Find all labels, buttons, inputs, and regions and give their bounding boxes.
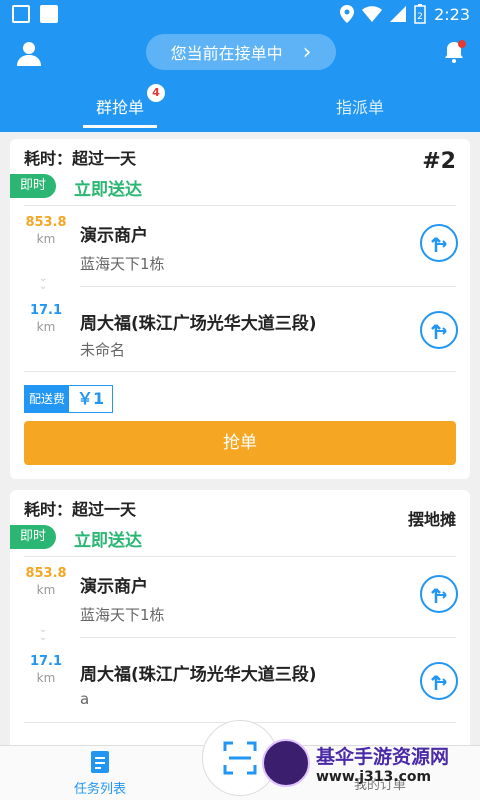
order-card[interactable]: 耗时：超过一天 #2 即时 立即送达 853.8 km ⌄ ⌄ 演示商户 蓝海天下… xyxy=(10,139,470,479)
pickup-name: 演示商户 xyxy=(80,226,148,246)
work-status-pill[interactable]: 您当前在接单中 › xyxy=(146,34,336,70)
divider xyxy=(80,637,456,638)
delivery-type: 立即送达 xyxy=(74,180,142,200)
work-status-text: 您当前在接单中 xyxy=(170,44,283,63)
bell-icon[interactable] xyxy=(442,40,466,64)
status-bar: 2 2:23 xyxy=(0,0,480,30)
gallery-icon xyxy=(12,5,30,23)
dropoff-address: a xyxy=(80,690,90,708)
divider xyxy=(24,371,456,372)
instant-tag: 即时 xyxy=(10,174,56,198)
square-icon xyxy=(40,5,58,23)
wifi-icon xyxy=(362,6,383,22)
avatar-icon[interactable] xyxy=(16,40,42,66)
pickup-address: 蓝海天下1栋 xyxy=(80,255,165,273)
pickup-address: 蓝海天下1栋 xyxy=(80,606,165,624)
pickup-distance: 853.8 km xyxy=(25,215,67,246)
dropoff-distance: 17.1 km xyxy=(29,654,63,685)
delivery-type: 立即送达 xyxy=(74,531,142,551)
order-merchant-tag: 摆地摊 xyxy=(407,510,456,529)
dropoff-name: 周大福(珠江广场光华大道三段) xyxy=(80,665,317,685)
task-list-icon xyxy=(91,751,109,773)
clock: 2:23 xyxy=(434,4,470,24)
navigate-icon[interactable] xyxy=(420,662,458,700)
chevron-down-icon: ⌄ ⌄ xyxy=(39,273,48,292)
order-number: #2 xyxy=(422,149,456,174)
location-icon xyxy=(340,5,355,23)
tab-badge: 4 xyxy=(147,84,165,102)
svg-text:2: 2 xyxy=(417,12,423,22)
elapsed-time: 耗时：超过一天 xyxy=(24,500,137,519)
navigate-icon[interactable] xyxy=(420,224,458,262)
watermark-logo xyxy=(262,739,310,787)
delivery-fee: 配送费 ￥1 xyxy=(24,385,114,413)
scan-icon xyxy=(223,741,257,775)
watermark: 基伞手游资源网 www.j313.com xyxy=(262,735,478,791)
tab-assigned[interactable]: 指派单 xyxy=(240,88,480,132)
elapsed-time: 耗时：超过一天 xyxy=(24,149,137,168)
navigate-icon[interactable] xyxy=(420,311,458,349)
battery-icon: 2 xyxy=(414,4,426,24)
fee-label: 配送费 xyxy=(25,386,70,412)
divider xyxy=(24,556,456,557)
tab-underline xyxy=(83,125,157,128)
chevron-right-icon: › xyxy=(302,39,312,65)
dropoff-name: 周大福(珠江广场光华大道三段) xyxy=(80,314,317,334)
order-tabs: 群抢单 4 指派单 xyxy=(0,84,480,132)
nav-task-list[interactable]: 任务列表 xyxy=(50,750,150,797)
navigate-icon[interactable] xyxy=(420,575,458,613)
pickup-distance: 853.8 km xyxy=(25,566,67,597)
grab-order-button[interactable]: 抢单 xyxy=(24,421,456,465)
app-header: 您当前在接单中 › 群抢单 4 指派单 xyxy=(0,30,480,132)
watermark-title: 基伞手游资源网 xyxy=(316,745,450,768)
divider xyxy=(24,205,456,206)
divider xyxy=(80,286,456,287)
dropoff-address: 未命名 xyxy=(80,341,126,359)
dropoff-distance: 17.1 km xyxy=(29,303,63,334)
signal-icon xyxy=(390,6,407,22)
watermark-url: www.j313.com xyxy=(316,768,432,785)
fee-value: ￥1 xyxy=(77,389,105,408)
pickup-name: 演示商户 xyxy=(80,577,148,597)
instant-tag: 即时 xyxy=(10,525,56,549)
tab-group-grab[interactable]: 群抢单 4 xyxy=(0,84,240,132)
chevron-down-icon: ⌄ ⌄ xyxy=(39,624,48,643)
